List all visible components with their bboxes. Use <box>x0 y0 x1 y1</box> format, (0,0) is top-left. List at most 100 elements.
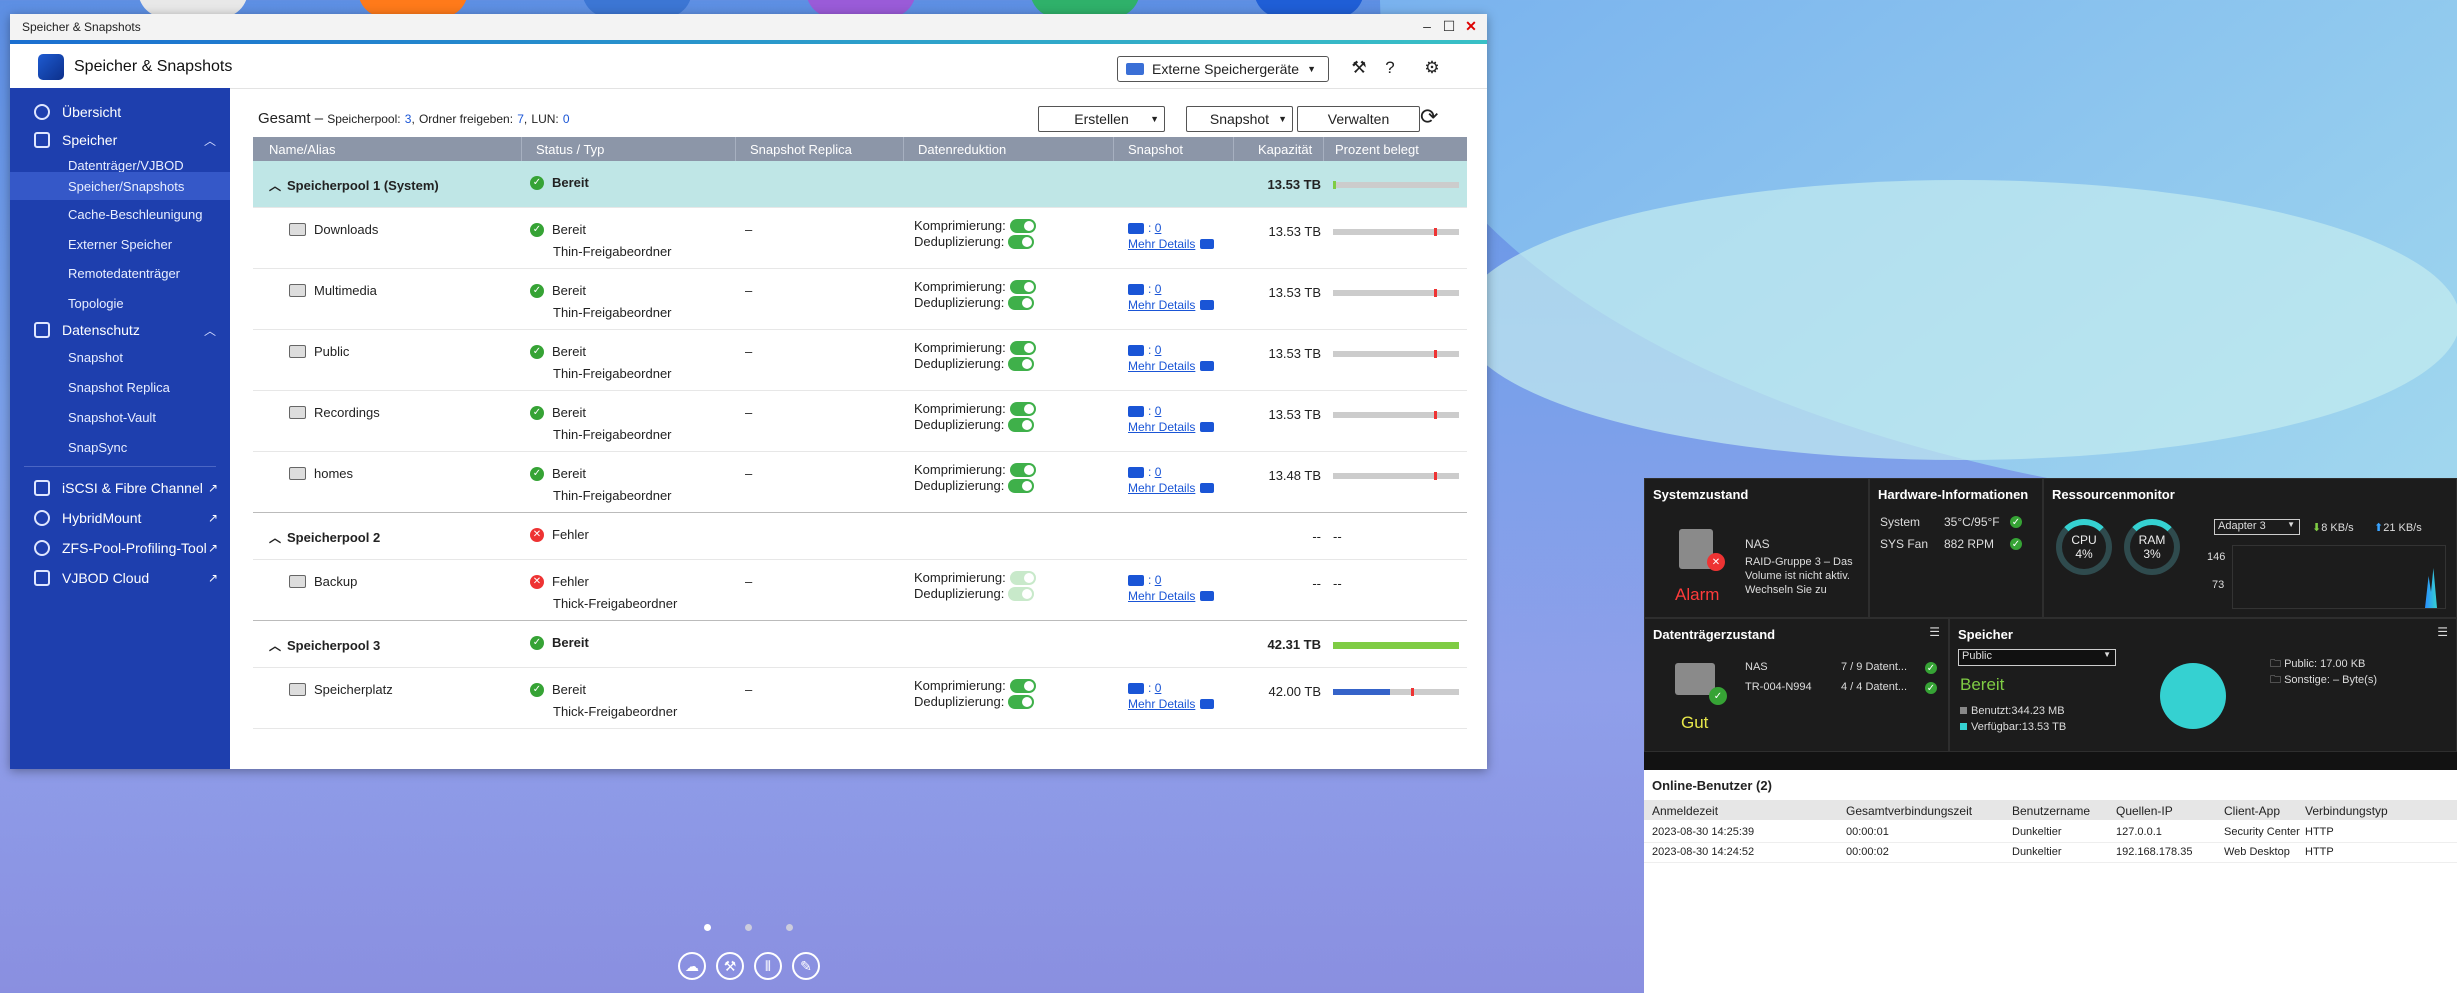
sidebar-item-storage-snapshots[interactable]: Speicher/Snapshots <box>10 172 230 200</box>
page-dot[interactable] <box>704 924 711 931</box>
maximize-icon[interactable]: ☐ <box>1441 17 1457 35</box>
window-titlebar[interactable]: Speicher & Snapshots – ☐ ✕ <box>10 14 1487 40</box>
sidebar-item-external[interactable]: Externer Speicher <box>68 237 172 252</box>
compression-toggle[interactable] <box>1009 340 1036 355</box>
sidebar-item-disks[interactable]: Datenträger/VJBOD <box>68 158 184 173</box>
notes-icon[interactable]: ✎ <box>792 952 820 980</box>
column-header[interactable]: Kapazität <box>1258 142 1312 157</box>
sidebar-item-snapshot[interactable]: Snapshot <box>68 350 123 365</box>
compression-toggle[interactable] <box>1009 218 1036 233</box>
snapshot-count[interactable]: : 0 <box>1128 343 1161 357</box>
sidebar-link-vjbod[interactable]: VJBOD Cloud ↗ <box>10 566 230 590</box>
more-details-link[interactable]: Mehr Details <box>1128 359 1215 373</box>
folder-row[interactable]: Speicherplatz ✓ Bereit Thick-Freigabeordn… <box>253 668 1467 729</box>
list-icon[interactable]: ☰ <box>1929 625 1940 639</box>
snapshot-count[interactable]: : 0 <box>1128 465 1161 479</box>
sidebar-item-topology[interactable]: Topologie <box>68 296 124 311</box>
column-header[interactable]: Prozent belegt <box>1335 142 1419 157</box>
dedup-toggle[interactable] <box>1008 586 1035 601</box>
columns-icon[interactable]: ⫴ <box>754 952 782 980</box>
sidebar-item-protection[interactable]: Datenschutz ︿ <box>10 318 230 342</box>
page-dot[interactable] <box>786 924 793 931</box>
compression-toggle[interactable] <box>1009 401 1036 416</box>
pool-row[interactable]: ︿ Speicherpool 3 ✓ Bereit 42.31 TB <box>253 621 1467 668</box>
page-dot[interactable] <box>745 924 752 931</box>
create-button[interactable]: Erstellen ▼ <box>1038 106 1165 132</box>
snapshot-count[interactable]: : 0 <box>1128 221 1161 235</box>
system-status-widget[interactable]: Systemzustand ✕ Alarm NAS RAID-Gruppe 3 … <box>1644 478 1869 618</box>
sidebar-item-snapshot-replica[interactable]: Snapshot Replica <box>68 380 170 395</box>
more-details-link[interactable]: Mehr Details <box>1128 298 1215 312</box>
folder-row[interactable]: Downloads ✓ Bereit Thin-Freigabeordner – … <box>253 208 1467 269</box>
sidebar-item-remote[interactable]: Remotedatenträger <box>68 266 180 281</box>
dedup-toggle[interactable] <box>1008 694 1035 709</box>
snapshot-button[interactable]: Snapshot ▼ <box>1186 106 1293 132</box>
online-users-widget[interactable]: Online-Benutzer (2) Anmeldezeit Gesamtve… <box>1644 770 2457 993</box>
dedup-label: Deduplizierung: <box>914 295 1005 310</box>
column-header[interactable]: Status / Typ <box>536 142 604 157</box>
more-details-link[interactable]: Mehr Details <box>1128 589 1215 603</box>
more-details-link[interactable]: Mehr Details <box>1128 697 1215 711</box>
column-header[interactable]: Datenreduktion <box>918 142 1006 157</box>
sidebar-item-cache[interactable]: Cache-Beschleunigung <box>68 207 202 222</box>
list-icon[interactable]: ☰ <box>2437 625 2448 639</box>
compression-toggle[interactable] <box>1009 678 1036 693</box>
minimize-icon[interactable]: – <box>1419 17 1435 35</box>
pool-row[interactable]: ︿ Speicherpool 1 (System) ✓ Bereit 13.53 T… <box>253 161 1467 208</box>
chevron-up-icon[interactable]: ︿ <box>269 531 281 545</box>
pool-row[interactable]: ︿ Speicherpool 2 ✕ Fehler -- -- <box>253 513 1467 560</box>
sidebar-item-overview[interactable]: Übersicht <box>10 100 230 124</box>
refresh-icon[interactable]: ⟳ <box>1420 104 1438 130</box>
table-row[interactable]: 2023-08-30 14:24:52 00:00:02 Dunkeltier … <box>1644 842 2457 863</box>
chevron-up-icon[interactable]: ︿ <box>269 179 281 193</box>
folder-row[interactable]: Recordings ✓ Bereit Thin-Freigabeordner –… <box>253 391 1467 452</box>
dedup-toggle[interactable] <box>1008 417 1035 432</box>
sidebar-link-hybridmount[interactable]: HybridMount ↗ <box>10 506 230 530</box>
disk-health-widget[interactable]: Datenträgerzustand ☰ ✓ Gut NAS 7 / 9 Dat… <box>1644 618 1949 752</box>
folder-row[interactable]: Backup ✕ Fehler Thick-Freigabeordner – Ko… <box>253 560 1467 621</box>
cloud-icon[interactable]: ☁ <box>678 952 706 980</box>
adapter-select[interactable]: Adapter 3 ▼ <box>2214 519 2300 535</box>
snapshot-count[interactable]: : 0 <box>1128 573 1161 587</box>
sidebar-item-storage[interactable]: Speicher ︿ <box>10 128 230 152</box>
chevron-up-icon[interactable]: ︿ <box>269 639 281 653</box>
table-row[interactable]: 2023-08-30 14:25:39 00:00:01 Dunkeltier … <box>1644 822 2457 843</box>
snapshot-count[interactable]: : 0 <box>1128 681 1161 695</box>
close-icon[interactable]: ✕ <box>1463 17 1479 35</box>
more-details-link[interactable]: Mehr Details <box>1128 481 1215 495</box>
column-header[interactable]: Name/Alias <box>269 142 335 157</box>
sidebar-link-iscsi[interactable]: iSCSI & Fibre Channel ↗ <box>10 476 230 500</box>
hardware-widget[interactable]: Hardware-Informationen System 35°C/95°F … <box>1869 478 2043 618</box>
dedup-toggle[interactable] <box>1008 295 1035 310</box>
tools-icon[interactable]: ⚒ <box>716 952 744 980</box>
storage-widget[interactable]: Speicher ☰ Public ▼ Bereit Benutzt:344.23… <box>1949 618 2457 752</box>
folder-row[interactable]: homes ✓ Bereit Thin-Freigabeordner – Komp… <box>253 452 1467 513</box>
dedup-toggle[interactable] <box>1008 356 1035 371</box>
external-storage-button[interactable]: Externe Speichergeräte ▼ <box>1117 56 1329 82</box>
dedup-toggle[interactable] <box>1008 478 1035 493</box>
dedup-toggle[interactable] <box>1008 234 1035 249</box>
replica-value: – <box>745 283 753 298</box>
compression-toggle[interactable] <box>1009 279 1036 294</box>
help-icon[interactable]: ? <box>1380 58 1400 78</box>
resource-monitor-widget[interactable]: Ressourcenmonitor CPU 4% RAM 3% Adapter 3 ▼… <box>2043 478 2457 618</box>
sidebar-link-zfs[interactable]: ZFS-Pool-Profiling-Tool ↗ <box>10 536 230 560</box>
compression-toggle[interactable] <box>1009 462 1036 477</box>
manage-button[interactable]: Verwalten <box>1297 106 1420 132</box>
snapshot-count[interactable]: : 0 <box>1128 404 1161 418</box>
folder-name: Public <box>289 344 349 359</box>
search-settings-icon[interactable]: ⚒ <box>1349 58 1369 78</box>
sidebar-item-snapshot-vault[interactable]: Snapshot-Vault <box>68 410 156 425</box>
folder-row[interactable]: Public ✓ Bereit Thin-Freigabeordner – Kom… <box>253 330 1467 391</box>
storage-select[interactable]: Public ▼ <box>1958 649 2116 666</box>
compression-toggle[interactable] <box>1009 570 1036 585</box>
summary-lun-label: LUN: <box>531 112 559 126</box>
folder-row[interactable]: Multimedia ✓ Bereit Thin-Freigabeordner –… <box>253 269 1467 330</box>
column-header[interactable]: Snapshot <box>1128 142 1183 157</box>
more-details-link[interactable]: Mehr Details <box>1128 420 1215 434</box>
column-header[interactable]: Snapshot Replica <box>750 142 852 157</box>
snapshot-count[interactable]: : 0 <box>1128 282 1161 296</box>
gear-icon[interactable]: ⚙ <box>1422 58 1442 78</box>
more-details-link[interactable]: Mehr Details <box>1128 237 1215 251</box>
sidebar-item-snapsync[interactable]: SnapSync <box>68 440 127 455</box>
